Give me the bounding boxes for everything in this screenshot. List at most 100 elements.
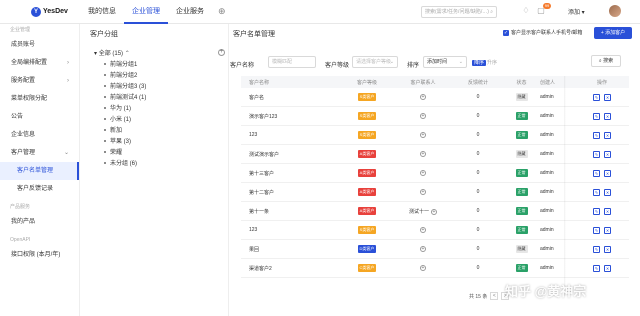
contact-cell[interactable]: + (395, 265, 451, 271)
sidebar-item-global-config[interactable]: 全局编排配置 › (0, 54, 79, 72)
avatar[interactable] (609, 5, 621, 17)
delete-icon[interactable]: ✕ (604, 93, 611, 101)
delete-icon[interactable]: ✕ (604, 188, 611, 196)
delete-icon[interactable]: ✕ (604, 150, 611, 158)
group-item[interactable]: 前端测试4 (1) (92, 93, 212, 104)
add-contact-icon[interactable]: + (420, 132, 426, 138)
delete-icon[interactable]: ✕ (604, 131, 611, 139)
group-item[interactable]: 前端分组3 (3) (92, 82, 212, 93)
group-item[interactable]: 苹果 (3) (92, 137, 212, 148)
add-contact-icon[interactable]: + (420, 246, 426, 252)
search-button[interactable]: ⌕ 搜索 (591, 55, 621, 67)
group-item[interactable]: 华为 (1) (92, 104, 212, 115)
table-row[interactable]: 测试演示客户 A类客户 +0 隐藏 admin ✎ ✕ (241, 145, 629, 164)
user-menu[interactable]: 添加 ▾ (568, 7, 585, 16)
plus-icon[interactable]: ⊕ (212, 6, 232, 17)
brand[interactable]: Y YesDev (0, 6, 80, 17)
add-customer-button[interactable]: + 添加客户 (594, 27, 632, 39)
group-item[interactable]: 小米 (1) (92, 115, 212, 126)
edit-icon[interactable]: ✎ (593, 207, 600, 215)
customer-name-cell[interactable]: 客户名 (241, 94, 339, 101)
add-contact-icon[interactable]: + (420, 151, 426, 157)
delete-icon[interactable]: ✕ (604, 207, 611, 215)
contact-cell[interactable]: + (395, 113, 451, 119)
delete-icon[interactable]: ✕ (604, 264, 611, 272)
delete-icon[interactable]: ✕ (604, 112, 611, 120)
customer-name-cell[interactable]: 第十二客户 (241, 189, 339, 196)
edit-icon[interactable]: ✎ (593, 226, 600, 234)
customer-name-cell[interactable]: 第十一条 (241, 208, 339, 215)
contact-cell[interactable]: + (395, 132, 451, 138)
group-item[interactable]: 前端分组1 (92, 60, 212, 71)
table-row[interactable]: 演示客户123 S类客户 +0 正常 admin ✎ ✕ (241, 107, 629, 126)
top-search-input[interactable]: 搜索(需求/任务/问题/缺陷/…) ⌕ (421, 6, 497, 18)
group-item[interactable]: 新加 (92, 126, 212, 137)
add-contact-icon[interactable]: + (420, 113, 426, 119)
customer-name-cell[interactable]: 第十三客户 (241, 170, 339, 177)
edit-icon[interactable]: ✎ (593, 264, 600, 272)
bell-icon[interactable]: ♢ (521, 6, 531, 16)
table-row[interactable]: 第十三客户 A类客户 +0 正常 admin ✎ ✕ (241, 164, 629, 183)
contact-cell[interactable]: + (395, 170, 451, 176)
customer-name-cell[interactable]: 123 (241, 132, 339, 138)
add-contact-icon[interactable]: + (420, 265, 426, 271)
topnav-item-enterprise-service[interactable]: 企业服务 (168, 0, 212, 24)
table-row[interactable]: 123 S类客户 +0 正常 admin ✎ ✕ (241, 221, 629, 240)
sidebar-item-menu-permissions[interactable]: 菜单权限分配 (0, 90, 79, 108)
add-contact-icon[interactable]: + (431, 208, 437, 215)
delete-icon[interactable]: ✕ (604, 226, 611, 234)
sidebar-item-members[interactable]: 成员账号 (0, 36, 79, 54)
name-filter-input[interactable]: 模糊匹配 (268, 56, 316, 68)
contact-cell[interactable]: + (395, 151, 451, 157)
prev-page-button[interactable]: < (490, 292, 499, 300)
level-filter-select[interactable]: 请选择客户等级 ⌄ (352, 56, 398, 68)
edit-icon[interactable]: ✎ (593, 131, 600, 139)
sort-asc-toggle[interactable]: 升序 (485, 60, 499, 66)
customer-name-cell[interactable]: 123 (241, 227, 339, 233)
group-item-all[interactable]: ▾ 全部 (15) ⌃ (92, 49, 212, 60)
sort-desc-toggle[interactable]: 降序 (472, 60, 487, 66)
delete-icon[interactable]: ✕ (604, 169, 611, 177)
contact-cell[interactable]: + (395, 246, 451, 252)
customer-name-cell[interactable]: 测试演示客户 (241, 151, 339, 158)
contact-cell[interactable]: + (395, 189, 451, 195)
sidebar-item-service-config[interactable]: 服务配置 › (0, 72, 79, 90)
group-item[interactable]: 荣耀 (92, 148, 212, 159)
show-contact-checkbox[interactable]: ✓ 客户显示客户联系人手机号/邮箱 (503, 29, 582, 36)
customer-name-cell[interactable]: 果回 (241, 246, 339, 253)
table-row[interactable]: 客户名 S类客户 +0 隐藏 admin ✎ ✕ (241, 88, 629, 107)
topnav-item-enterprise-admin[interactable]: 企业管理 (124, 0, 168, 24)
add-group-icon[interactable]: + (218, 49, 225, 56)
add-contact-icon[interactable]: + (420, 170, 426, 176)
edit-icon[interactable]: ✎ (593, 188, 600, 196)
customer-name-cell[interactable]: 演示客户123 (241, 113, 339, 120)
table-row[interactable]: 渠道客户2 C类客户 +0 正常 admin ✎ ✕ (241, 259, 629, 278)
add-contact-icon[interactable]: + (420, 94, 426, 100)
sidebar-item-my-products[interactable]: 我的产品 (0, 213, 79, 231)
group-item[interactable]: 未分组 (6) (92, 159, 212, 170)
sidebar-item-enterprise-info[interactable]: 企业信息 (0, 126, 79, 144)
contact-cell[interactable]: + (395, 94, 451, 100)
delete-icon[interactable]: ✕ (604, 245, 611, 253)
topnav-item-my-info[interactable]: 我的信息 (80, 0, 124, 24)
edit-icon[interactable]: ✎ (593, 112, 600, 120)
table-row[interactable]: 第十二客户 A类客户 +0 正常 admin ✎ ✕ (241, 183, 629, 202)
contact-cell[interactable]: 测试十一 + (395, 208, 451, 215)
chevron-up-icon[interactable]: ⌃ (125, 51, 130, 57)
contact-cell[interactable]: + (395, 227, 451, 233)
customer-name-cell[interactable]: 渠道客户2 (241, 265, 339, 272)
sidebar-item-announcement[interactable]: 公告 (0, 108, 79, 126)
table-row[interactable]: 第十一条 A类客户 测试十一 +0 正常 admin ✎ ✕ (241, 202, 629, 221)
edit-icon[interactable]: ✎ (593, 245, 600, 253)
sidebar-item-customer-admin[interactable]: 客户管理 ⌄ (0, 144, 79, 162)
add-contact-icon[interactable]: + (420, 227, 426, 233)
edit-icon[interactable]: ✎ (593, 93, 600, 101)
add-contact-icon[interactable]: + (420, 189, 426, 195)
sidebar-item-customer-feedback[interactable]: 客户反馈记录 (0, 180, 79, 198)
edit-icon[interactable]: ✎ (593, 150, 600, 158)
sort-select[interactable]: 添加时间 ⌄ (423, 56, 467, 68)
table-row[interactable]: 果回 D类客户 +0 隐藏 admin ✎ ✕ (241, 240, 629, 259)
sidebar-item-customer-list[interactable]: 客户名单管理 (0, 162, 79, 180)
edit-icon[interactable]: ✎ (593, 169, 600, 177)
group-item[interactable]: 前端分组2 (92, 71, 212, 82)
